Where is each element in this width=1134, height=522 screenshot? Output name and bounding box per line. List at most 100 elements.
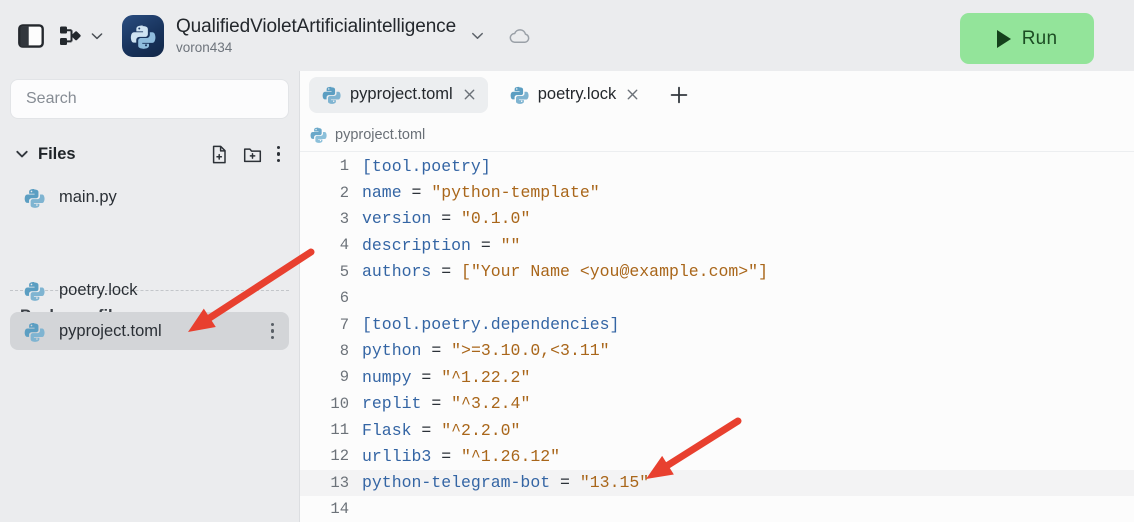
sidebar-file-poetry-lock[interactable]: poetry.lock	[10, 271, 289, 309]
new-folder-glyph	[243, 147, 262, 162]
kebab-dot	[276, 145, 281, 150]
code-token: "python-template"	[431, 183, 600, 203]
code-line[interactable]: 11 Flask = "^2.2.0"	[300, 417, 1134, 443]
code-token: [tool.poetry.dependencies]	[362, 315, 620, 335]
project-chevron-down-icon[interactable]	[469, 27, 486, 44]
python-file-icon	[322, 85, 341, 104]
files-collapse-chevron-down-icon[interactable]	[14, 146, 30, 162]
python-file-glyph	[510, 86, 529, 104]
code-line[interactable]: 10 replit = "^3.2.4"	[300, 391, 1134, 417]
file-sidebar: Files	[0, 71, 299, 522]
sidebar-toggle-icon[interactable]	[18, 23, 44, 48]
line-content: replit = "^3.2.4"	[362, 394, 530, 413]
code-token: =	[411, 367, 442, 387]
line-content: python-telegram-bot = "13.15"	[362, 473, 649, 492]
chevron-down-glyph	[91, 32, 103, 39]
kebab-dot	[270, 329, 275, 333]
tab-close-icon[interactable]	[625, 87, 640, 102]
code-token: name	[362, 183, 402, 203]
chevron-down-glyph	[472, 32, 484, 39]
cloud-icon[interactable]	[508, 24, 532, 48]
code-lines-container[interactable]: 1 [tool.poetry] 2 name = "python-template" 3…	[300, 153, 1134, 522]
python-file-glyph	[310, 127, 327, 143]
code-line[interactable]: 5 authors = ["Your Name <you@example.com>…	[300, 259, 1134, 285]
line-content: python = ">=3.10.0,<3.11"	[362, 341, 610, 360]
code-token: "^2.2.0"	[441, 420, 521, 440]
files-section-label: Files	[38, 144, 76, 163]
project-python-logo-icon	[122, 14, 164, 57]
python-file-glyph	[24, 322, 45, 342]
layout-split-glyph	[60, 26, 81, 45]
code-line[interactable]: 8 python = ">=3.10.0,<3.11"	[300, 338, 1134, 364]
line-number: 10	[330, 394, 349, 413]
tab-pyproject-toml[interactable]: pyproject.toml	[309, 76, 488, 113]
python-file-icon	[24, 321, 45, 342]
close-glyph	[627, 89, 638, 100]
code-line[interactable]: 4 description = ""	[300, 232, 1134, 258]
code-token: "13.15"	[579, 473, 650, 493]
line-content: Flask = "^2.2.0"	[362, 421, 520, 440]
code-token: replit	[362, 394, 422, 414]
files-section-header: Files	[0, 137, 299, 171]
new-tab-plus-icon[interactable]	[668, 84, 690, 106]
layout-chevron-down-icon[interactable]	[89, 28, 105, 44]
sidebar-file-main-py[interactable]: main.py	[10, 178, 289, 216]
close-glyph	[464, 89, 475, 100]
line-content: authors = ["Your Name <you@example.com>"…	[362, 262, 768, 281]
code-token: =	[431, 262, 462, 282]
line-content: [tool.poetry.dependencies]	[362, 315, 619, 334]
project-info: QualifiedVioletArtificialintelligence vo…	[176, 16, 456, 56]
sidebar-file-label: pyproject.toml	[59, 321, 162, 340]
sidebar-file-pyproject-toml[interactable]: pyproject.toml	[10, 312, 289, 350]
new-file-icon[interactable]	[210, 145, 229, 164]
kebab-dot	[276, 158, 281, 163]
code-line[interactable]: 2 name = "python-template"	[300, 179, 1134, 205]
file-kebab-menu-icon[interactable]	[270, 322, 275, 341]
code-token: =	[401, 183, 432, 203]
code-token: authors	[362, 262, 432, 282]
code-line[interactable]: 7 [tool.poetry.dependencies]	[300, 311, 1134, 337]
code-token: =	[431, 209, 462, 229]
breadcrumb: pyproject.toml	[300, 118, 1134, 152]
code-line[interactable]: 1 [tool.poetry]	[300, 153, 1134, 179]
tab-poetry-lock[interactable]: poetry.lock	[497, 77, 652, 113]
code-token: =	[550, 473, 580, 493]
line-content: version = "0.1.0"	[362, 209, 530, 228]
layout-split-icon[interactable]	[60, 25, 82, 47]
tab-close-icon[interactable]	[462, 87, 477, 102]
plus-glyph	[670, 86, 688, 103]
new-folder-icon[interactable]	[243, 145, 262, 164]
files-kebab-menu-icon[interactable]	[276, 145, 281, 164]
kebab-dot	[270, 335, 275, 340]
code-line[interactable]: 9 numpy = "^1.22.2"	[300, 364, 1134, 390]
run-button[interactable]: Run	[960, 13, 1094, 64]
sidebar-file-label: poetry.lock	[59, 280, 138, 299]
search-input[interactable]	[10, 79, 289, 119]
play-triangle-icon	[996, 29, 1011, 48]
line-content: name = "python-template"	[362, 183, 600, 202]
code-token: =	[431, 446, 462, 466]
line-number: 11	[330, 421, 349, 440]
tab-label: poetry.lock	[537, 85, 617, 103]
line-number: 6	[339, 289, 349, 308]
code-token: ">=3.10.0,<3.11"	[451, 341, 610, 361]
code-token: ""	[500, 235, 521, 255]
code-line[interactable]: 3 version = "0.1.0"	[300, 206, 1134, 232]
python-file-glyph	[24, 281, 45, 301]
project-owner: voron434	[176, 39, 233, 55]
code-token: "^3.2.4"	[451, 394, 531, 414]
line-number: 4	[339, 236, 349, 255]
project-title: QualifiedVioletArtificialintelligence	[176, 15, 457, 37]
cloud-glyph	[509, 28, 530, 43]
code-line[interactable]: 14	[300, 496, 1134, 522]
code-token: description	[362, 235, 471, 255]
code-token: ]	[758, 262, 768, 282]
code-line[interactable]: 12 urllib3 = "^1.26.12"	[300, 443, 1134, 469]
line-number: 1	[339, 157, 349, 176]
code-token: =	[470, 235, 501, 255]
chevron-down-glyph	[16, 150, 28, 158]
run-button-label: Run	[1021, 27, 1058, 49]
code-line[interactable]: 13 python-telegram-bot = "13.15"	[300, 469, 1134, 497]
sidebar-file-label: main.py	[59, 187, 117, 206]
code-line[interactable]: 6	[300, 285, 1134, 311]
